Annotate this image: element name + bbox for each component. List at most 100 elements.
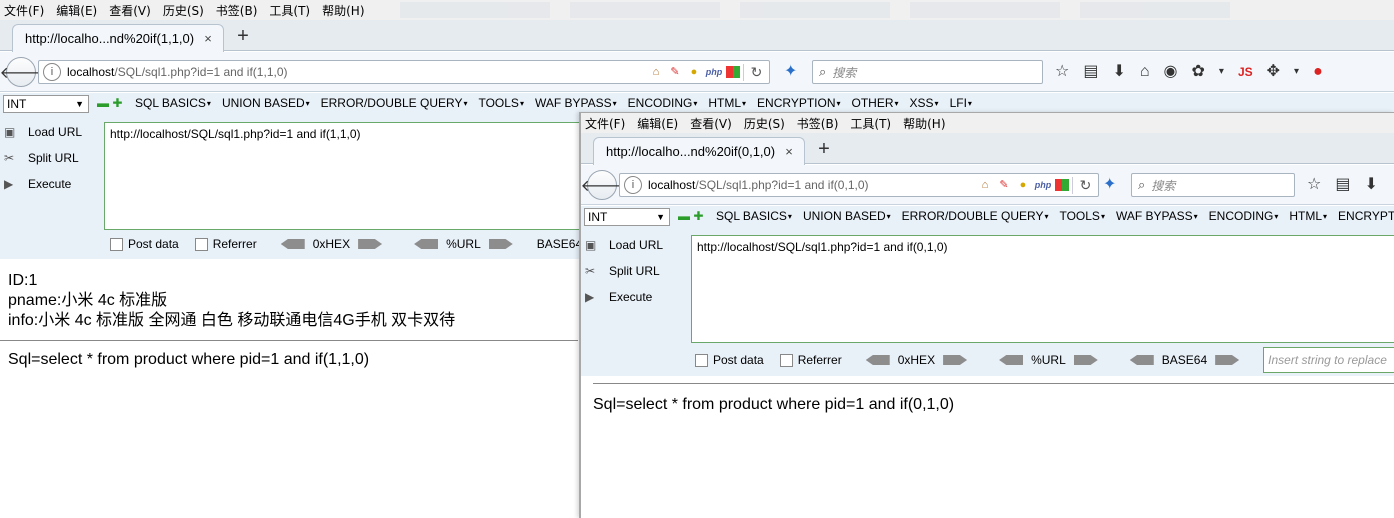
reload-icon[interactable]: ↻ (743, 63, 769, 81)
load-url-button[interactable]: ▣ Load URL (4, 119, 99, 145)
hb-menu-encrypt[interactable]: ENCRYPT (1338, 209, 1394, 223)
arrow-left-icon[interactable] (999, 355, 1024, 365)
url-text[interactable]: localhost/SQL/sql1.php?id=1 and if(0,1,0… (648, 178, 977, 192)
tab-active[interactable]: http://localho...nd%20if(0,1,0) × (593, 137, 805, 165)
star-icon[interactable]: ☆ (1055, 62, 1069, 82)
type-select[interactable]: INT ▼ (3, 95, 89, 113)
feather-icon[interactable]: ✎ (996, 178, 1012, 192)
hex-encoder[interactable]: 0xHEX (273, 237, 390, 251)
arrow-left-icon[interactable] (1129, 355, 1154, 365)
menu-bookmarks[interactable]: 书签(B) (216, 2, 258, 19)
hb-menu-waf-bypass[interactable]: WAF BYPASS (1116, 209, 1198, 223)
arrow-right-icon[interactable] (1215, 355, 1240, 365)
hb-menu-error-double-query[interactable]: ERROR/DOUBLE QUERY (321, 96, 468, 110)
hb-menu-union-based[interactable]: UNION BASED (803, 209, 891, 223)
hb-menu-tools[interactable]: TOOLS (1059, 209, 1104, 223)
menu-tools[interactable]: 工具(T) (269, 2, 310, 19)
windows-icon[interactable] (1055, 179, 1069, 191)
new-tab-button[interactable]: + (815, 139, 833, 159)
minus-plus-icon[interactable]: ▬ ✚ (678, 209, 703, 223)
menu-view[interactable]: 查看(V) (690, 115, 732, 132)
execute-button[interactable]: ▶ Execute (585, 284, 680, 310)
lock-icon[interactable]: ● (1015, 178, 1031, 192)
back-button[interactable]: 🡐 (0, 57, 42, 87)
globe-icon[interactable]: ◉ (1164, 62, 1178, 82)
bird-icon[interactable]: ✦ (784, 62, 797, 82)
menu-help[interactable]: 帮助(H) (903, 115, 945, 132)
referrer-checkbox[interactable]: Referrer (194, 237, 257, 251)
base64-encoder[interactable]: BASE64 (537, 237, 582, 251)
arrow-left-icon[interactable] (280, 239, 305, 249)
js-icon[interactable]: JS (1238, 62, 1253, 82)
bird-icon[interactable]: ✦ (1103, 175, 1116, 195)
arrow-right-icon[interactable] (358, 239, 383, 249)
menu-file[interactable]: 文件(F) (4, 2, 44, 19)
tab-active[interactable]: http://localho...nd%20if(1,1,0) × (12, 24, 224, 52)
menu-tools[interactable]: 工具(T) (850, 115, 891, 132)
hb-menu-html[interactable]: HTML (1289, 209, 1327, 223)
home-icon[interactable]: ⌂ (977, 178, 993, 192)
home-icon[interactable]: ⌂ (648, 65, 664, 79)
hex-encoder[interactable]: 0xHEX (858, 353, 975, 367)
split-url-button[interactable]: ✂ Split URL (585, 258, 680, 284)
close-icon[interactable]: × (201, 31, 215, 46)
menu-dropdown-icon[interactable]: ▾ (1294, 62, 1299, 82)
menu-file[interactable]: 文件(F) (585, 115, 625, 132)
type-select[interactable]: INT ▼ (584, 208, 670, 226)
reading-list-icon[interactable]: ▤ (1083, 62, 1098, 82)
reload-icon[interactable]: ↻ (1072, 176, 1098, 194)
hb-menu-waf-bypass[interactable]: WAF BYPASS (535, 96, 617, 110)
menu-edit[interactable]: 编辑(E) (637, 115, 678, 132)
post-data-checkbox[interactable]: Post data (110, 237, 179, 251)
star-icon[interactable]: ☆ (1307, 175, 1321, 195)
download-icon[interactable]: ⬇ (1364, 175, 1377, 195)
puzzle-icon[interactable]: ✥ (1267, 62, 1280, 82)
arrow-left-icon[interactable] (414, 239, 439, 249)
menu-history[interactable]: 历史(S) (744, 115, 785, 132)
hb-menu-html[interactable]: HTML (708, 96, 746, 110)
windows-icon[interactable] (726, 66, 740, 78)
menu-bookmarks[interactable]: 书签(B) (797, 115, 839, 132)
hb-menu-tools[interactable]: TOOLS (478, 96, 523, 110)
menu-help[interactable]: 帮助(H) (322, 2, 364, 19)
url-encoder[interactable]: %URL (991, 353, 1106, 367)
feather-icon[interactable]: ✎ (667, 65, 683, 79)
info-icon[interactable]: i (624, 176, 642, 194)
search-box[interactable]: ⌕ 搜索 (812, 60, 1043, 84)
url-bar[interactable]: i localhost/SQL/sql1.php?id=1 and if(1,1… (38, 60, 770, 84)
load-url-button[interactable]: ▣ Load URL (585, 232, 680, 258)
hb-menu-xss[interactable]: XSS (910, 96, 939, 110)
base64-encoder[interactable]: BASE64 (1122, 353, 1247, 367)
minus-plus-icon[interactable]: ▬ ✚ (97, 96, 122, 110)
palette-icon[interactable]: ✿ (1192, 62, 1205, 82)
execute-button[interactable]: ▶ Execute (4, 171, 99, 197)
referrer-checkbox[interactable]: Referrer (779, 353, 842, 367)
php-icon[interactable]: php (705, 65, 723, 79)
post-data-checkbox[interactable]: Post data (695, 353, 764, 367)
url-bar[interactable]: i localhost/SQL/sql1.php?id=1 and if(0,1… (619, 173, 1099, 197)
hb-menu-other[interactable]: OTHER (852, 96, 899, 110)
hackbar-url-textarea[interactable]: http://localhost/SQL/sql1.php?id=1 and i… (104, 122, 604, 230)
php-icon[interactable]: php (1034, 178, 1052, 192)
home-button-icon[interactable]: ⌂ (1140, 62, 1150, 82)
menu-edit[interactable]: 编辑(E) (56, 2, 97, 19)
menu-view[interactable]: 查看(V) (109, 2, 151, 19)
download-icon[interactable]: ⬇ (1112, 62, 1125, 82)
arrow-right-icon[interactable] (1073, 355, 1098, 365)
info-icon[interactable]: i (43, 63, 61, 81)
hb-menu-encoding[interactable]: ENCODING (628, 96, 698, 110)
hb-menu-error-double-query[interactable]: ERROR/DOUBLE QUERY (902, 209, 1049, 223)
arrow-left-icon[interactable] (865, 355, 890, 365)
back-button[interactable]: 🡐 (581, 170, 623, 200)
search-box[interactable]: ⌕ 搜索 (1131, 173, 1295, 197)
addon-red-icon[interactable]: ● (1313, 62, 1323, 82)
close-icon[interactable]: × (782, 144, 796, 159)
url-encoder[interactable]: %URL (406, 237, 521, 251)
url-text[interactable]: localhost/SQL/sql1.php?id=1 and if(1,1,0… (67, 65, 648, 79)
hb-menu-sql-basics[interactable]: SQL BASICS (716, 209, 792, 223)
hb-menu-union-based[interactable]: UNION BASED (222, 96, 310, 110)
lock-icon[interactable]: ● (686, 65, 702, 79)
hb-menu-sql-basics[interactable]: SQL BASICS (135, 96, 211, 110)
split-url-button[interactable]: ✂ Split URL (4, 145, 99, 171)
arrow-right-icon[interactable] (488, 239, 513, 249)
